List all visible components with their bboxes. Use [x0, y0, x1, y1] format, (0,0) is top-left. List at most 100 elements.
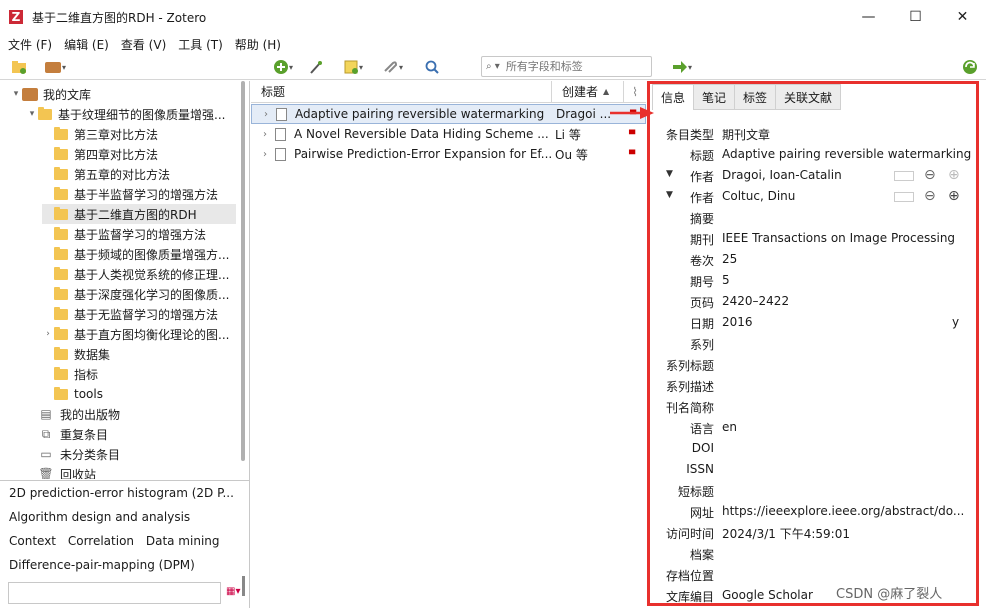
expand-toggle-icon[interactable]: › — [259, 149, 271, 160]
collection-item[interactable]: 指标 — [42, 364, 236, 384]
new-note-icon[interactable]: ▾ — [338, 57, 368, 77]
search-icon[interactable]: ⌕ ▾ — [486, 61, 500, 72]
trash-icon: 🗑 — [38, 467, 54, 479]
tag-item[interactable]: Difference-pair-mapping (DPM) — [9, 558, 195, 572]
field-value[interactable]: 5 — [722, 273, 730, 287]
collections-scrollbar[interactable] — [241, 81, 245, 461]
tab-info[interactable]: 信息 — [652, 84, 695, 110]
expand-toggle-icon[interactable]: ▾ — [26, 109, 38, 119]
new-collection-icon[interactable] — [10, 57, 28, 77]
pdf-attachment-icon[interactable]: ▀ — [629, 150, 635, 159]
field-value[interactable]: Coltuc, Dinu — [722, 189, 795, 203]
expand-toggle-icon[interactable]: ▾ — [10, 89, 22, 99]
menu-tools[interactable]: 工具 (T) — [178, 36, 223, 53]
field-label: 卷次 — [689, 254, 714, 268]
add-creator-icon[interactable]: ⊕ — [948, 188, 960, 204]
collection-item[interactable]: 基于无监督学习的增强方法 — [42, 304, 236, 324]
tag-item[interactable]: Algorithm design and analysis — [9, 510, 190, 524]
collection-item[interactable]: 数据集 — [42, 344, 236, 364]
field-label: 日期 — [689, 317, 714, 331]
name-format-switch[interactable] — [894, 171, 914, 181]
expand-toggle-icon[interactable]: › — [260, 109, 272, 120]
collection-item[interactable]: 🗑 回收站 — [26, 464, 236, 479]
library-icon — [22, 87, 38, 101]
column-header-attachments[interactable]: ⌇ — [623, 81, 646, 103]
collection-item[interactable]: ⧉ 重复条目 — [26, 424, 236, 444]
collection-item[interactable]: 第五章的对比方法 — [42, 164, 236, 184]
collection-item[interactable]: 基于二维直方图的RDH — [42, 204, 236, 224]
magic-wand-icon[interactable] — [307, 57, 325, 77]
field-value[interactable]: https://ieeexplore.ieee.org/abstract/do.… — [722, 504, 964, 518]
minimize-button[interactable]: — — [845, 0, 892, 34]
field-label: 作者 — [689, 191, 714, 205]
field-value[interactable]: 2016 — [722, 315, 753, 329]
name-format-switch[interactable] — [894, 192, 914, 202]
search-input[interactable] — [505, 60, 636, 73]
collection-item[interactable]: 基于监督学习的增强方法 — [42, 224, 236, 244]
collection-item[interactable]: 第四章对比方法 — [42, 144, 236, 164]
field-value[interactable]: 25 — [722, 252, 737, 266]
collection-item[interactable]: 基于频域的图像质量增强方... — [42, 244, 236, 264]
creator-type-dropdown-icon[interactable]: ▼ — [666, 169, 673, 179]
collection-item[interactable]: ▤ 我的出版物 — [26, 404, 236, 424]
attachment-icon[interactable]: ▾ — [376, 57, 408, 77]
expand-toggle-icon[interactable]: › — [42, 329, 54, 339]
collection-item[interactable]: 基于半监督学习的增强方法 — [42, 184, 236, 204]
locate-icon[interactable]: ▾ — [667, 57, 697, 77]
collection-label: 基于人类视觉系统的修正理... — [74, 267, 230, 282]
tag-item[interactable]: Context — [9, 534, 56, 548]
tab-notes[interactable]: 笔记 — [694, 84, 736, 110]
menu-edit[interactable]: 编辑 (E) — [64, 36, 109, 53]
new-item-icon[interactable]: ▾ — [268, 57, 298, 77]
menu-view[interactable]: 查看 (V) — [121, 36, 166, 53]
pdf-attachment-icon[interactable]: ▀ — [629, 130, 635, 139]
collection-item[interactable]: › 基于直方图均衡化理论的图... — [42, 324, 236, 344]
tag-item[interactable]: Data mining — [146, 534, 220, 548]
menu-file[interactable]: 文件 (F) — [8, 36, 52, 53]
tag-item[interactable]: 2D prediction-error histogram (2D P... — [9, 486, 234, 500]
item-row[interactable]: › Pairwise Prediction-Error Expansion for… — [251, 144, 646, 164]
field-value[interactable]: 期刊文章 — [722, 126, 770, 143]
tag-filter-input[interactable] — [8, 582, 221, 604]
tab-related[interactable]: 关联文献 — [776, 84, 842, 110]
creator-type-dropdown-icon[interactable]: ▼ — [666, 190, 673, 200]
field-value[interactable]: en — [722, 420, 737, 434]
collection-item[interactable]: 第三章对比方法 — [42, 124, 236, 144]
collection-label: 第四章对比方法 — [74, 147, 159, 162]
advanced-search-icon[interactable] — [423, 57, 441, 77]
field-value[interactable]: Adaptive pairing reversible watermarking — [722, 147, 971, 161]
close-button[interactable]: ✕ — [939, 0, 986, 34]
field-value[interactable]: Google Scholar — [722, 588, 813, 602]
item-row[interactable]: › Adaptive pairing reversible watermarkin… — [251, 104, 646, 124]
menu-help[interactable]: 帮助 (H) — [235, 36, 281, 53]
expand-toggle-icon[interactable]: › — [259, 129, 271, 140]
add-creator-icon[interactable]: ⊕ — [948, 167, 960, 183]
collection-item[interactable]: 基于人类视觉系统的修正理... — [42, 264, 236, 284]
field-value[interactable]: Dragoi, Ioan-Catalin — [722, 168, 842, 182]
collection-item[interactable]: ▭ 未分类条目 — [26, 444, 236, 464]
column-header-creator[interactable]: 创建者 ▲ — [551, 81, 623, 103]
field-value[interactable]: IEEE Transactions on Image Processing — [722, 231, 955, 245]
item-pane: 信息 笔记 标签 关联文献 条目类型 期刊文章 标题 Adaptive pairing… — [646, 81, 986, 608]
sync-icon[interactable] — [961, 57, 979, 77]
maximize-button[interactable]: ☐ — [892, 0, 939, 34]
field-value[interactable]: 2024/3/1 下午4:59:01 — [722, 525, 850, 542]
item-title: Adaptive pairing reversible watermarking — [295, 107, 545, 121]
tag-options-icon[interactable]: ▦▾ — [226, 586, 240, 597]
collection-item[interactable]: tools — [42, 384, 236, 404]
title-bar: Z 基于二维直方图的RDH - Zotero — ☐ ✕ — [0, 0, 986, 34]
collection-item[interactable]: ▾ 我的文库 — [10, 84, 236, 104]
field-value[interactable]: 2420–2422 — [722, 294, 789, 308]
collection-item[interactable]: 基于深度强化学习的图像质... — [42, 284, 236, 304]
new-library-icon[interactable]: ▾ — [40, 57, 70, 77]
remove-creator-icon[interactable]: ⊖ — [924, 188, 936, 204]
column-header-title[interactable]: 标题 — [251, 81, 551, 103]
remove-creator-icon[interactable]: ⊖ — [924, 167, 936, 183]
collection-item[interactable]: ▾ 基于纹理细节的图像质量增强... — [26, 104, 236, 124]
creator-column-label: 创建者 — [562, 85, 599, 99]
tag-scrollbar[interactable] — [242, 576, 245, 596]
tab-tags[interactable]: 标签 — [735, 84, 777, 110]
tag-item[interactable]: Correlation — [68, 534, 134, 548]
window-controls: — ☐ ✕ — [845, 0, 986, 34]
item-row[interactable]: › A Novel Reversible Data Hiding Scheme .… — [251, 124, 646, 144]
